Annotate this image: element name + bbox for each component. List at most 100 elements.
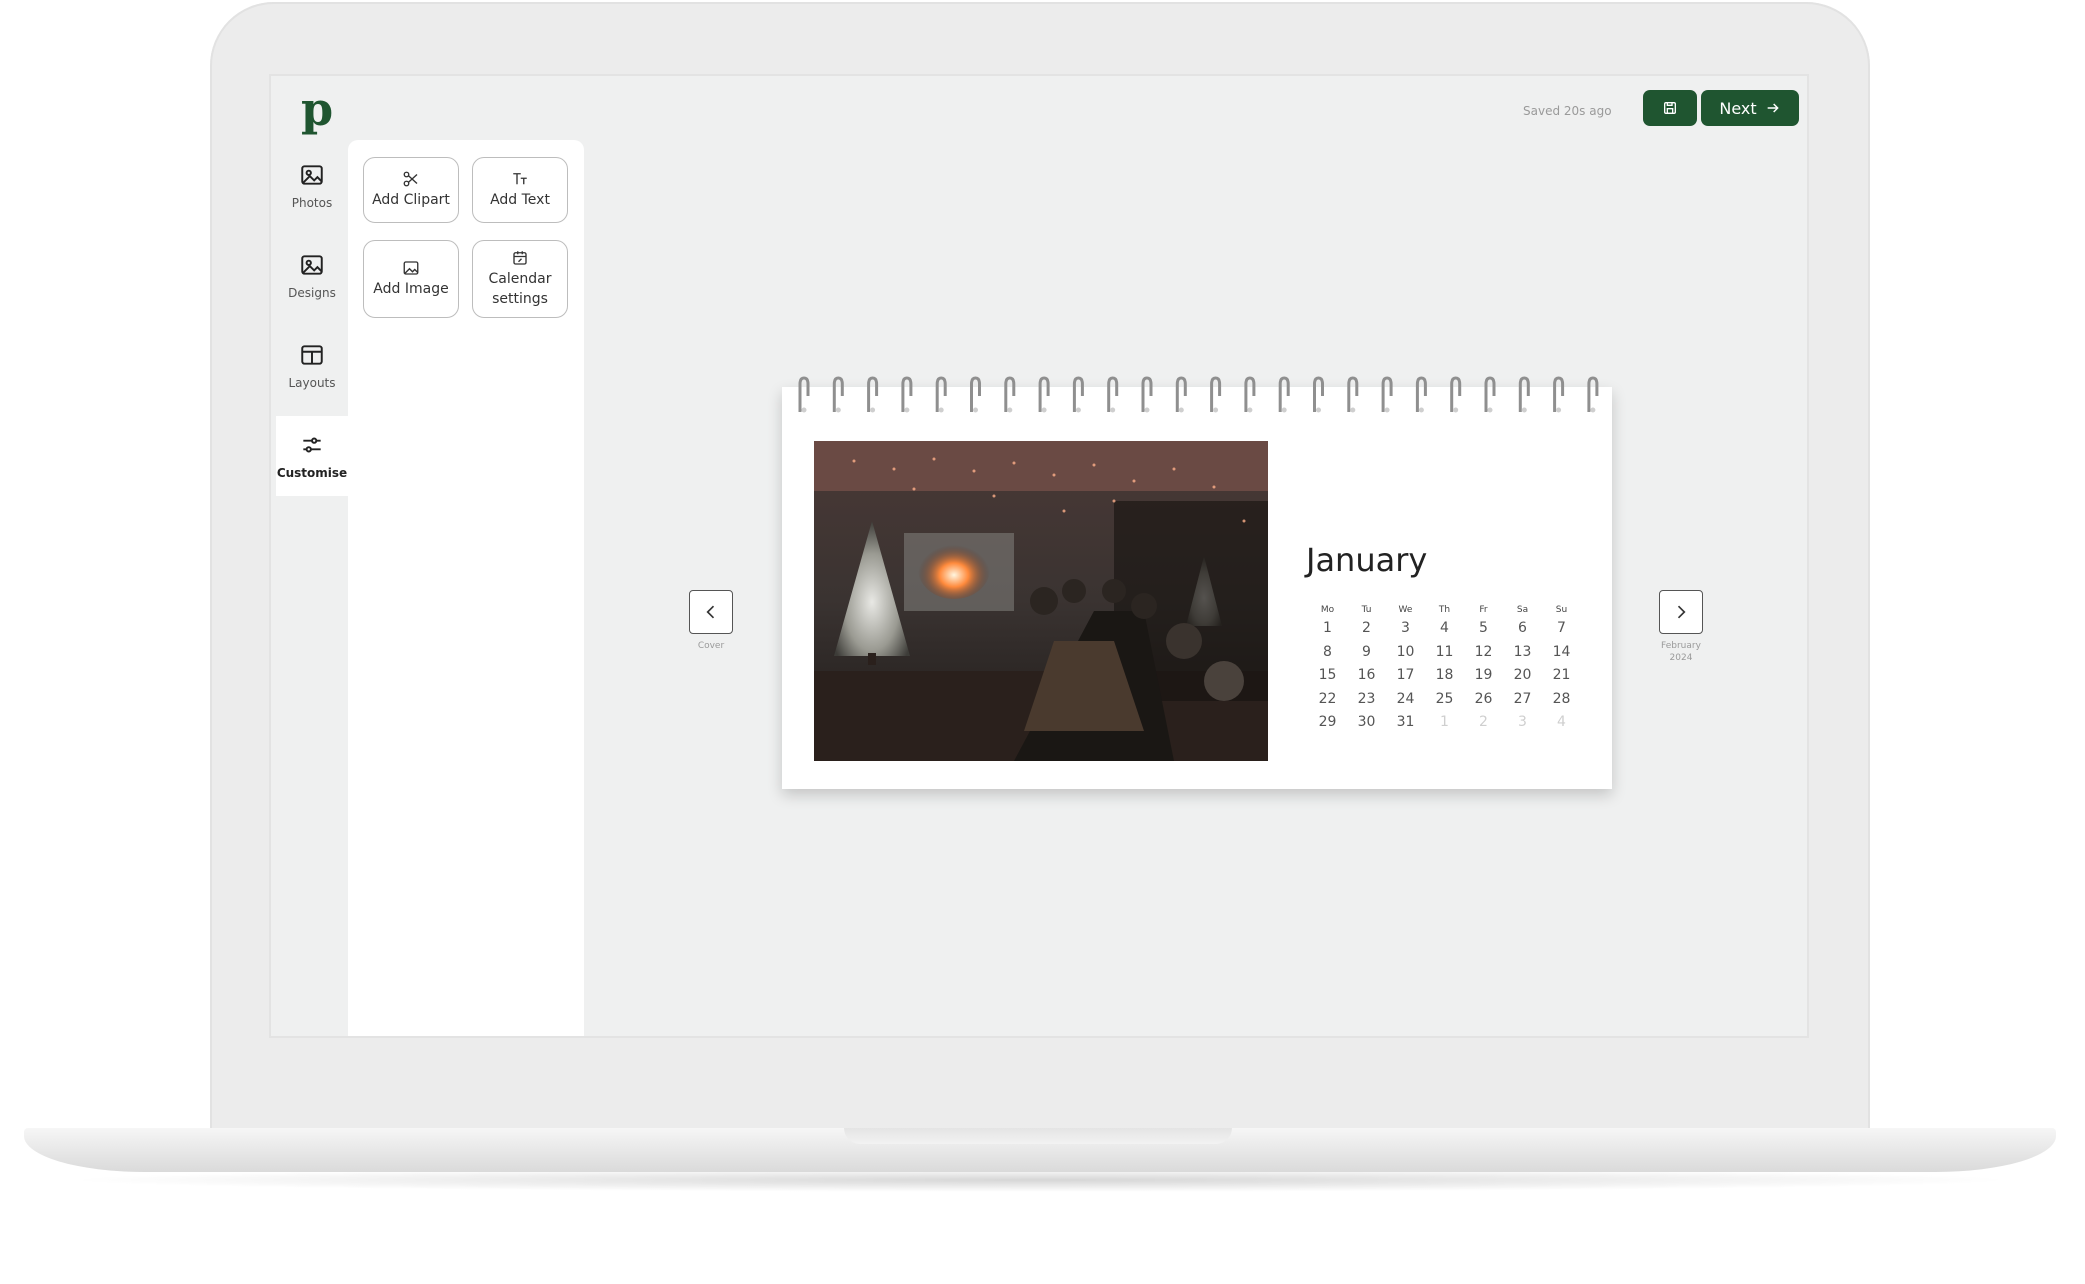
spiral-ring	[1004, 376, 1016, 413]
app-screen: p Photos Designs Layouts Customise Add C…	[269, 74, 1809, 1038]
calendar-day: 10	[1396, 643, 1415, 660]
previous-page-label: Cover	[697, 641, 725, 651]
weekday-header: Sa	[1516, 605, 1529, 615]
calendar-day: 3	[1518, 714, 1527, 730]
layout-icon	[301, 345, 323, 365]
previous-page-button[interactable]	[689, 590, 733, 634]
spiral-ring	[1175, 376, 1187, 413]
add-clipart-label: Add Clipart	[372, 192, 450, 208]
customise-panel: Add Clipart Add Text Add Image Calendar …	[348, 140, 584, 1036]
spiral-ring	[1244, 376, 1256, 413]
spiral-ring	[832, 376, 844, 413]
spiral-ring	[1553, 376, 1565, 413]
spiral-ring	[1210, 376, 1222, 413]
calendar-day: 4	[1557, 714, 1566, 730]
add-image-label: Add Image	[373, 281, 449, 297]
app-logo[interactable]: p	[301, 82, 333, 136]
calendar-day: 26	[1474, 690, 1493, 707]
calendar-day: 8	[1323, 643, 1332, 660]
calendar-spiral-binding	[798, 376, 1599, 413]
weekday-header: Su	[1555, 605, 1568, 615]
text-icon	[513, 173, 527, 185]
spiral-ring	[1038, 376, 1050, 413]
spiral-ring	[1484, 376, 1496, 413]
spiral-ring	[1587, 376, 1599, 413]
sidebar-item-layouts[interactable]: Layouts	[276, 326, 348, 406]
calendar-month-title[interactable]: January	[1306, 541, 1427, 579]
chevron-left-icon	[706, 605, 715, 619]
laptop-notch	[844, 1128, 1232, 1144]
calendar-day: 23	[1357, 690, 1376, 707]
calendar-day: 2	[1479, 714, 1488, 730]
spiral-ring	[1107, 376, 1119, 413]
chevron-right-icon	[1677, 605, 1686, 619]
spiral-ring	[1450, 376, 1462, 413]
add-text-label: Add Text	[490, 192, 550, 208]
calendar-day: 3	[1401, 620, 1410, 636]
spiral-ring	[1141, 376, 1153, 413]
spiral-ring	[901, 376, 913, 413]
spiral-ring	[867, 376, 879, 413]
calendar-day: 19	[1474, 667, 1493, 683]
calendar-day: 24	[1396, 690, 1415, 707]
calendar-day: 27	[1513, 690, 1532, 707]
sidebar-item-label: Photos	[291, 196, 333, 210]
spiral-ring	[1415, 376, 1427, 413]
calendar-day: 2	[1362, 620, 1371, 636]
spiral-ring	[1278, 376, 1290, 413]
calendar-page[interactable]: January Mo Tu We Th Fr Sa Su 1 2 3 4 5 6 7 8 9 10 11 12 13 1…	[782, 387, 1612, 789]
sidebar-item-customise[interactable]: Customise	[276, 416, 348, 496]
calendar-day: 1	[1323, 620, 1332, 636]
spiral-ring	[1313, 376, 1324, 413]
calendar-day: 25	[1435, 690, 1454, 707]
calendar-day: 28	[1552, 690, 1571, 707]
add-image-button[interactable]: Add Image	[363, 240, 459, 318]
sidebar-item-photos[interactable]: Photos	[276, 146, 348, 226]
calendar-day: 16	[1357, 667, 1376, 683]
next-button[interactable]: Next	[1701, 90, 1799, 126]
scissors-icon	[403, 171, 418, 187]
next-page-label-year: 2024	[1669, 653, 1693, 663]
sidebar-item-designs[interactable]: Designs	[276, 236, 348, 316]
sidebar: Photos Designs Layouts Customise	[276, 146, 348, 506]
add-clipart-button[interactable]: Add Clipart	[363, 157, 459, 223]
spiral-ring	[970, 376, 981, 413]
spiral-ring	[1347, 376, 1359, 413]
add-text-button[interactable]: Add Text	[472, 157, 568, 223]
image-icon	[403, 261, 419, 275]
save-button[interactable]	[1643, 90, 1697, 126]
calendar-edit-icon	[513, 251, 527, 265]
calendar-day: 13	[1513, 643, 1532, 660]
calendar-day: 20	[1513, 667, 1532, 683]
weekday-header: Mo	[1320, 605, 1335, 615]
calendar-day: 9	[1362, 643, 1371, 660]
arrow-right-icon	[1767, 103, 1779, 113]
calendar-day: 7	[1557, 620, 1566, 636]
next-page-label-month: February	[1661, 641, 1701, 651]
sliders-icon	[303, 437, 321, 453]
calendar-day: 14	[1552, 643, 1571, 660]
next-page-label: February 2024	[1651, 640, 1711, 664]
calendar-photo[interactable]	[814, 441, 1268, 761]
sidebar-item-label: Designs	[288, 286, 336, 300]
spiral-ring	[1381, 376, 1393, 413]
spiral-ring	[1072, 376, 1084, 413]
calendar-day: 29	[1318, 714, 1337, 730]
spiral-ring	[935, 376, 947, 413]
save-icon	[1664, 102, 1676, 114]
calendar-day: 6	[1518, 620, 1527, 636]
calendar-day: 30	[1357, 714, 1376, 730]
calendar-day: 12	[1474, 643, 1493, 660]
calendar-day: 1	[1440, 714, 1449, 730]
spiral-ring	[798, 376, 810, 413]
next-page-button[interactable]	[1659, 590, 1703, 634]
calendar-day: 18	[1435, 667, 1454, 683]
calendar-day: 17	[1396, 667, 1415, 683]
party-photo-image	[814, 441, 1268, 761]
calendar-settings-button[interactable]: Calendar settings	[472, 240, 568, 318]
calendar-day: 22	[1318, 690, 1337, 707]
sidebar-item-label: Customise	[276, 466, 348, 480]
weekday-header: Tu	[1361, 605, 1372, 615]
calendar-day-grid: Mo Tu We Th Fr Sa Su 1 2 3 4 5 6 7 8 9 10 11 12 13 14 15 16 17 1…	[1308, 605, 1581, 735]
calendar-day: 5	[1479, 620, 1488, 636]
